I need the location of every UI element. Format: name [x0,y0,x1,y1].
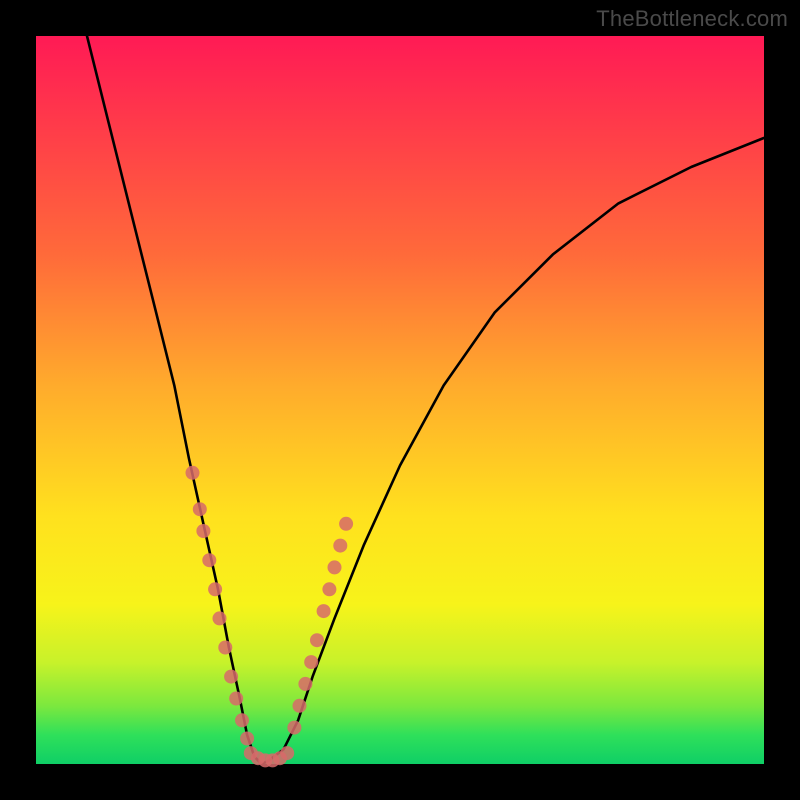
watermark-text: TheBottleneck.com [596,6,788,32]
dot [287,721,301,735]
dot [240,732,254,746]
dot [235,713,249,727]
dot [213,611,227,625]
scatter-dots [186,466,354,768]
dot [339,517,353,531]
dot [280,746,294,760]
dot [293,699,307,713]
dot [193,502,207,516]
plot-area [36,36,764,764]
dot [317,604,331,618]
dot [298,677,312,691]
dot [202,553,216,567]
dot [229,692,243,706]
dot [224,670,238,684]
dot [196,524,210,538]
dot [208,582,222,596]
dot [328,560,342,574]
dot [310,633,324,647]
curve-path [87,36,764,764]
dot [186,466,200,480]
dot [304,655,318,669]
dot [218,641,232,655]
dot [322,582,336,596]
dot [333,539,347,553]
chart-frame: TheBottleneck.com [0,0,800,800]
chart-svg [36,36,764,764]
